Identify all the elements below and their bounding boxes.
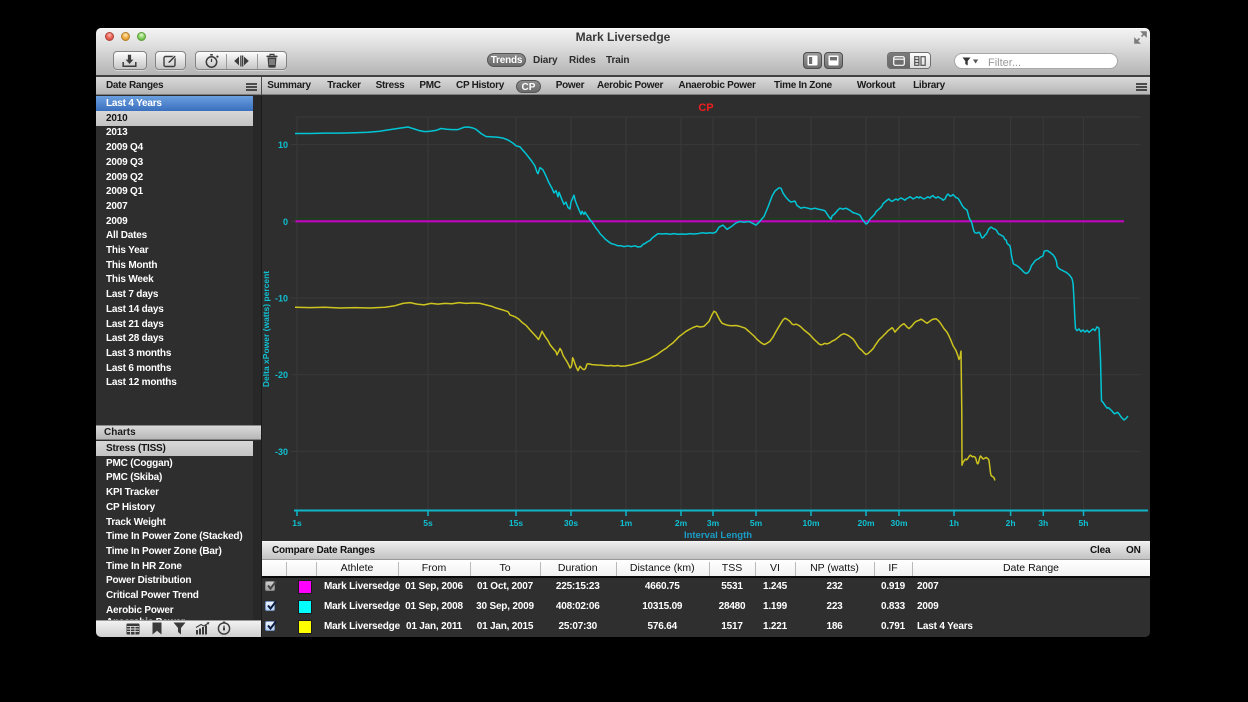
svg-text:5m: 5m — [750, 518, 763, 528]
svg-text:30m: 30m — [890, 518, 907, 528]
svg-text:1m: 1m — [620, 518, 633, 528]
svg-text:Interval Length: Interval Length — [684, 530, 752, 541]
svg-text:15s: 15s — [509, 518, 523, 528]
svg-text:Delta xPower (watts) percent: Delta xPower (watts) percent — [262, 271, 271, 387]
svg-text:-30: -30 — [275, 447, 288, 457]
svg-text:20m: 20m — [857, 518, 874, 528]
svg-text:0: 0 — [283, 217, 288, 227]
svg-text:3m: 3m — [707, 518, 720, 528]
svg-text:-20: -20 — [275, 370, 288, 380]
svg-text:CP: CP — [698, 102, 713, 114]
svg-text:1h: 1h — [949, 518, 959, 528]
svg-text:10m: 10m — [802, 518, 819, 528]
svg-text:5h: 5h — [1079, 518, 1089, 528]
svg-text:10: 10 — [278, 140, 288, 150]
svg-text:2m: 2m — [675, 518, 688, 528]
svg-text:2h: 2h — [1006, 518, 1016, 528]
svg-text:-10: -10 — [275, 294, 288, 304]
svg-text:1s: 1s — [292, 518, 302, 528]
svg-text:3h: 3h — [1038, 518, 1048, 528]
svg-text:30s: 30s — [564, 518, 578, 528]
svg-text:5s: 5s — [423, 518, 433, 528]
